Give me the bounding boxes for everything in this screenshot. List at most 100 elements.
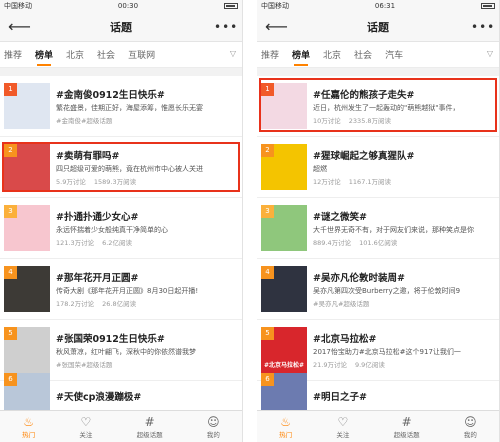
- topic-thumbnail[interactable]: 5 #北京马拉松#: [261, 327, 307, 373]
- topic-row[interactable]: 4 #吴亦凡伦敦时装周# 吴亦凡第四次受Burberry之邀，将于伦敦时间9 #吴亦凡…: [257, 259, 499, 320]
- right-phone-screen: 中国移动 06:31 ⟵ 话题 ••• 推荐 榜单 北京 社会 汽车 ▽ 1 #任嘉伦的熊孩…: [257, 0, 500, 442]
- bottom-tab-1[interactable]: ♡ 关注: [79, 415, 92, 439]
- topic-stats: 178.2万讨论 26.8亿阅读: [56, 298, 238, 308]
- tab-0[interactable]: 推荐: [261, 44, 279, 65]
- bottom-tab-1[interactable]: ♡ 关注: [336, 415, 349, 439]
- topic-row[interactable]: 2 #猩球崛起之够真猩队# 超燃 12万讨论 1167.1万阅读: [257, 137, 499, 198]
- topic-thumbnail[interactable]: 1: [261, 83, 307, 129]
- hashtag-icon: #: [401, 414, 412, 429]
- rank-badge: 3: [261, 205, 274, 218]
- topic-stats: 10万讨论 2335.8万阅读: [313, 115, 495, 125]
- topic-info: #那年花开月正圆# 传奇大剧《那年花开月正圆》8月30日起开播! 178.2万讨论 2…: [56, 270, 238, 308]
- chevron-down-icon[interactable]: ▽: [230, 49, 236, 58]
- topic-row[interactable]: 4 #那年花开月正圆# 传奇大剧《那年花开月正圆》8月30日起开播! 178.2万讨论…: [0, 259, 242, 320]
- topic-title[interactable]: #天使cp浪漫蹦极#: [56, 389, 238, 403]
- topic-title[interactable]: #猩球崛起之够真猩队#: [313, 148, 495, 162]
- topic-thumbnail[interactable]: 3: [261, 205, 307, 251]
- hashtag-icon: #: [144, 414, 155, 429]
- tab-2[interactable]: 北京: [66, 44, 84, 65]
- more-dots-icon[interactable]: •••: [214, 20, 237, 34]
- rank-badge: 3: [4, 205, 17, 218]
- rank-badge: 1: [4, 83, 17, 96]
- heart-icon: ♡: [80, 414, 92, 429]
- bottom-tab-2[interactable]: # 超级话题: [137, 415, 163, 439]
- tab-3[interactable]: 社会: [97, 44, 115, 65]
- topic-title[interactable]: #北京马拉松#: [313, 331, 495, 345]
- left-phone-screen: 中国移动 00:30 ⟵ 话题 ••• 推荐 榜单 北京 社会 互联网 ▽ 1 #金南俊09…: [0, 0, 243, 442]
- topic-info: #任嘉伦的熊孩子走失# 近日，杭州发生了一起轰动的"萌熊越狱"事件， 10万讨论 23…: [313, 87, 495, 125]
- arrow-left-icon[interactable]: ⟵: [265, 17, 288, 36]
- clock-label: 00:30: [117, 2, 139, 10]
- rank-badge: 5: [4, 327, 17, 340]
- topic-thumbnail[interactable]: 5: [4, 327, 50, 373]
- topic-row[interactable]: 1 #金南俊0912生日快乐# 繁花盛景，佳期正好，海屋添筹，惟愿长乐无宴 #金南俊#…: [0, 76, 242, 137]
- topic-row[interactable]: 3 #扑通扑通少女心# 永远怀揣着少女般纯真干净简单的心 121.3万讨论 6.2亿阅读: [0, 198, 242, 259]
- topic-row[interactable]: 2 #卖萌有罪吗# 四只超级可爱的萌熊，竟在杭州市中心被人关进 5.9万讨论 1589.…: [0, 137, 242, 198]
- topic-title[interactable]: #金南俊0912生日快乐#: [56, 87, 238, 101]
- topic-thumbnail[interactable]: 4: [261, 266, 307, 312]
- bottom-tab-3[interactable]: ☺ 我的: [207, 415, 220, 439]
- tab-1[interactable]: 榜单: [35, 44, 53, 66]
- tab-4[interactable]: 互联网: [128, 44, 155, 65]
- topic-title[interactable]: #谜之微笑#: [313, 209, 495, 223]
- stat-value: 2335.8万阅读: [348, 117, 392, 125]
- topic-title[interactable]: #卖萌有罪吗#: [56, 148, 238, 162]
- carrier-label: 中国移动: [4, 2, 32, 10]
- bottom-tab-0[interactable]: ♨ 热门: [279, 415, 292, 439]
- topic-row[interactable]: 1 #任嘉伦的熊孩子走失# 近日，杭州发生了一起轰动的"萌熊越狱"事件， 10万讨论 2…: [257, 76, 499, 137]
- rank-badge: 4: [261, 266, 274, 279]
- bottom-tab-bar: ♨ 热门 ♡ 关注 # 超级话题 ☺ 我的: [257, 410, 499, 442]
- topic-thumbnail[interactable]: 2: [4, 144, 50, 190]
- topic-title[interactable]: #明日之子#: [313, 389, 495, 403]
- topic-description: 吴亦凡第四次受Burberry之邀，将于伦敦时间9: [313, 287, 461, 295]
- arrow-left-icon[interactable]: ⟵: [8, 17, 31, 36]
- bottom-tab-0[interactable]: ♨ 热门: [22, 415, 35, 439]
- stat-value: 5.9万讨论: [56, 178, 86, 186]
- topic-list: 1 #金南俊0912生日快乐# 繁花盛景，佳期正好，海屋添筹，惟愿长乐无宴 #金南俊#…: [0, 76, 242, 419]
- bottom-tab-3[interactable]: ☺ 我的: [464, 415, 477, 439]
- tab-0[interactable]: 推荐: [4, 44, 22, 65]
- stat-value: #金南俊#超级话题: [56, 117, 113, 125]
- bottom-tab-label: 超级话题: [393, 430, 420, 439]
- divider: [0, 68, 242, 76]
- topic-stats: 12万讨论 1167.1万阅读: [313, 176, 495, 186]
- topic-stats: #金南俊#超级话题: [56, 115, 238, 125]
- topic-title[interactable]: #张国荣0912生日快乐#: [56, 331, 238, 345]
- topic-row[interactable]: 3 #谜之微笑# 大千世界无奇不有，对于网友们来说，那种笑点是你 889.4万讨论 10…: [257, 198, 499, 259]
- tab-3[interactable]: 社会: [354, 44, 372, 65]
- topic-stats: 21.9万讨论 9.9亿阅读: [313, 359, 495, 369]
- topic-stats: #吴亦凡#超级话题: [313, 298, 495, 308]
- rank-badge: 6: [261, 372, 274, 386]
- topic-info: #金南俊0912生日快乐# 繁花盛景，佳期正好，海屋添筹，惟愿长乐无宴 #金南俊#超…: [56, 87, 238, 125]
- topic-row[interactable]: 6 #天使cp浪漫蹦极#: [0, 372, 242, 419]
- topic-info: #北京马拉松# 2017怡宝助力#北京马拉松#这个917让我们一 21.9万讨论 9.…: [313, 331, 495, 369]
- topic-description: 秋风萧凉，红叶翩飞，深秋中的你依然谱我梦: [56, 348, 196, 356]
- chevron-down-icon[interactable]: ▽: [487, 49, 493, 58]
- topic-thumbnail[interactable]: 4: [4, 266, 50, 312]
- user-icon: ☺: [207, 414, 220, 429]
- topic-title[interactable]: #扑通扑通少女心#: [56, 209, 238, 223]
- bottom-tab-label: 关注: [79, 430, 93, 439]
- topic-thumbnail[interactable]: 3: [4, 205, 50, 251]
- rank-badge: 5: [261, 327, 274, 340]
- page-title: 话题: [110, 20, 132, 34]
- stat-value: 101.6亿阅读: [359, 239, 398, 247]
- bottom-tab-2[interactable]: # 超级话题: [394, 415, 420, 439]
- topic-row[interactable]: 6 #明日之子#: [257, 372, 499, 419]
- tab-1[interactable]: 榜单: [292, 44, 310, 66]
- topic-info: #张国荣0912生日快乐# 秋风萧凉，红叶翩飞，深秋中的你依然谱我梦 #张国荣#超级…: [56, 331, 238, 369]
- more-dots-icon[interactable]: •••: [471, 20, 494, 34]
- topic-info: #明日之子#: [313, 389, 495, 403]
- tab-4[interactable]: 汽车: [385, 44, 403, 65]
- tab-2[interactable]: 北京: [323, 44, 341, 65]
- stat-value: 9.9亿阅读: [354, 361, 385, 369]
- topic-thumbnail[interactable]: 1: [4, 83, 50, 129]
- topic-title[interactable]: #任嘉伦的熊孩子走失#: [313, 87, 495, 101]
- carrier-label: 中国移动: [261, 2, 289, 10]
- category-tabs: 推荐 榜单 北京 社会 互联网 ▽: [0, 42, 242, 68]
- topic-thumbnail[interactable]: 2: [261, 144, 307, 190]
- battery-icon: [481, 3, 495, 9]
- topic-title[interactable]: #那年花开月正圆#: [56, 270, 238, 284]
- topic-info: #猩球崛起之够真猩队# 超燃 12万讨论 1167.1万阅读: [313, 148, 495, 186]
- topic-title[interactable]: #吴亦凡伦敦时装周#: [313, 270, 495, 284]
